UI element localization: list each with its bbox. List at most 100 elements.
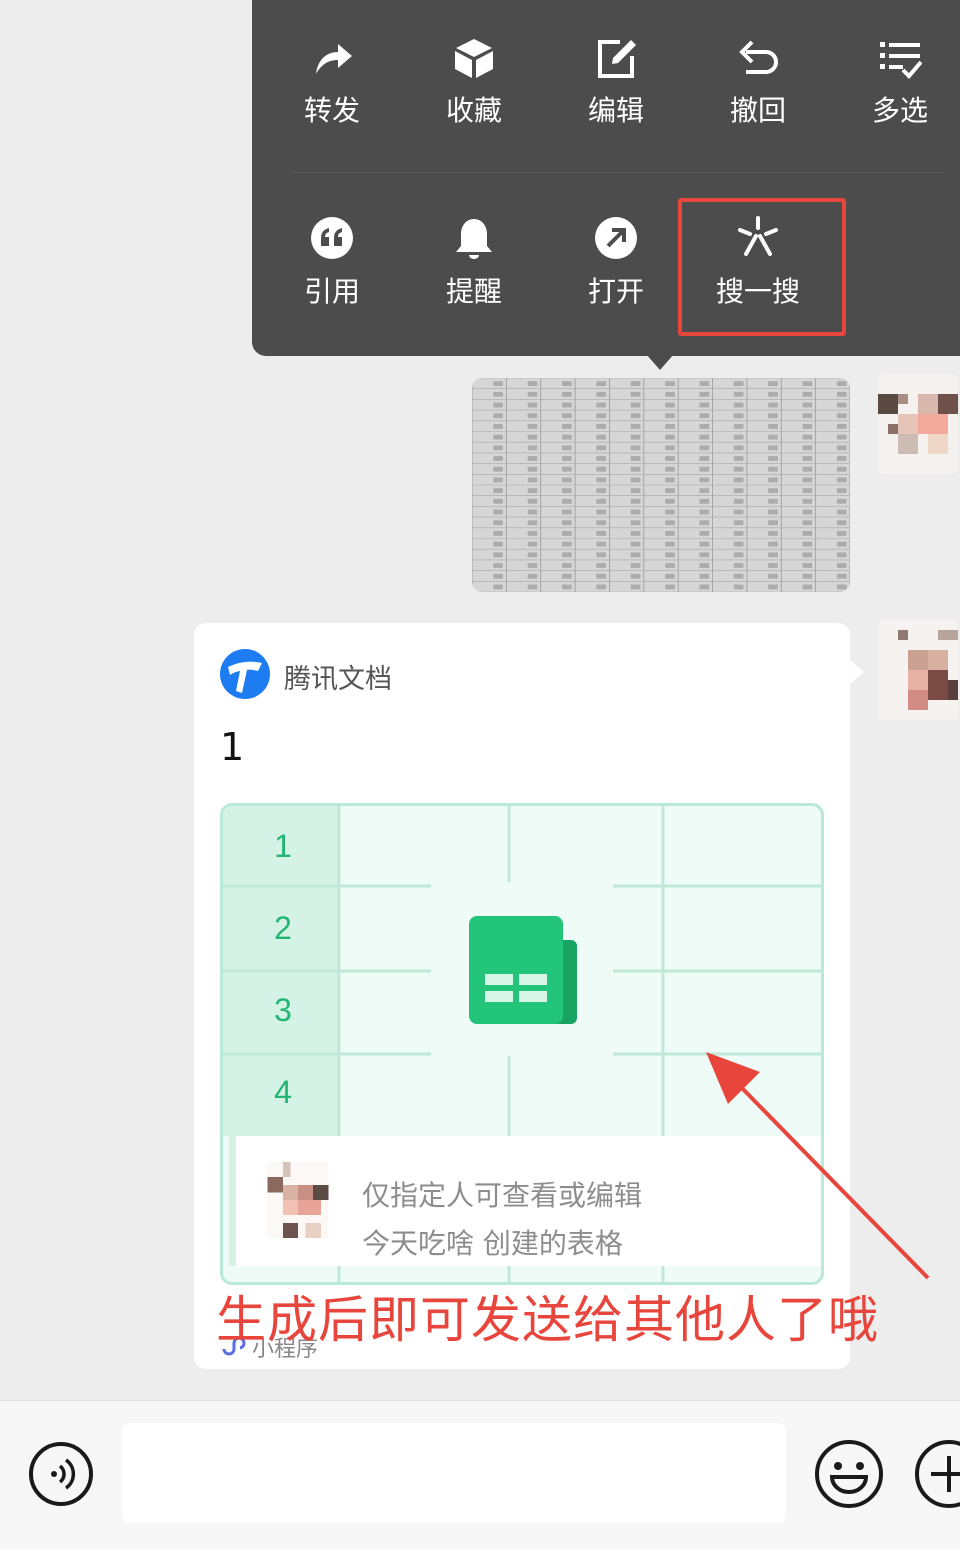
thumb-cell-mark [630,391,641,397]
app-name: 腾讯文档 [284,664,392,695]
menu-item-favorite[interactable]: 收藏 [404,0,544,127]
avatar[interactable] [878,374,958,474]
thumb-cell-mark [836,498,847,504]
thumb-cell-mark [733,381,744,387]
plus-icon[interactable] [914,1439,960,1509]
thumb-cell-mark [562,520,572,526]
thumb-cell-mark [699,477,710,483]
thumb-cell-mark [665,498,675,504]
thumb-cell-mark [665,573,675,579]
recall-icon [739,40,778,74]
thumb-cell-mark [562,434,572,440]
thumb-cell-mark [802,434,813,440]
thumb-cell-mark [733,434,744,440]
thumb-cell-mark [699,509,710,515]
thumb-cell-mark [802,402,813,408]
thumb-cell-mark [562,477,572,483]
thumb-cell-mark [562,402,572,408]
thumb-cell-mark [802,456,813,461]
thumb-cell-mark [768,413,778,419]
thumb-cell-mark [836,402,847,408]
thumb-cell-mark [493,477,503,483]
voice-icon[interactable] [28,1441,94,1507]
edit-icon [598,40,636,78]
row-number: 4 [274,1074,292,1110]
thumb-cell-mark [836,541,847,547]
message-input[interactable] [122,1423,786,1523]
thumb-cell-mark [768,498,778,504]
thumb-cell-mark [596,531,607,536]
permission-text: 仅指定人可查看或编辑 [362,1179,643,1212]
thumb-cell-mark [733,498,744,504]
thumb-cell-mark [527,584,538,590]
thumb-cell-mark [699,573,710,579]
thumb-cell-mark [699,520,710,526]
thumb-cell-mark [836,445,847,451]
thumb-cell-mark [596,456,607,461]
thumb-cell-mark [596,509,607,515]
thumb-cell-mark [733,477,744,483]
thumb-cell-mark [768,466,778,472]
thumb-cell-mark [802,466,813,472]
thumb-cell-mark [733,531,744,536]
thumb-cell-mark [665,381,675,387]
thumb-cell-mark [733,563,744,568]
thumb-cell-mark [562,573,572,579]
emoji-icon[interactable] [814,1439,884,1509]
thumb-cell-mark [802,584,813,590]
thumb-cell-mark [768,541,778,547]
thumb-cell-mark [630,445,641,451]
thumb-cell-mark [562,531,572,536]
thumb-cell-mark [665,477,675,483]
image-message[interactable] [472,378,850,592]
thumb-cell-mark [802,531,813,536]
thumb-cell-mark [802,477,813,483]
thumb-cell-mark [836,466,847,472]
thumb-cell-mark [493,584,503,590]
thumb-cell-mark [699,402,710,408]
thumb-cell-mark [802,488,813,494]
thumb-cell-mark [665,413,675,419]
menu-item-open[interactable]: 打开 [546,182,686,308]
thumb-cell-mark [733,520,744,526]
thumb-cell-mark [836,584,847,590]
thumb-cell-mark [596,477,607,483]
thumb-cell-mark [562,456,572,461]
thumb-cell-mark [768,509,778,515]
menu-item-multiselect[interactable]: 多选 [830,0,960,127]
sheet-preview: 1 2 3 4 仅指定人可查看或编辑 今天吃啥 创建的表格 [220,803,824,1285]
thumb-cell-mark [699,584,710,590]
menu-item-forward[interactable]: 转发 [262,0,402,127]
row-number: 1 [274,828,292,864]
thumb-cell-mark [527,573,538,579]
thumb-cell-mark [733,466,744,472]
thumb-cell-mark [493,498,503,504]
thumb-cell-mark [733,445,744,451]
thumb-cell-mark [802,381,813,387]
thumb-cell-mark [733,424,744,429]
menu-item-remind[interactable]: 提醒 [404,182,544,308]
thumb-cell-mark [802,509,813,515]
menu-item-recall[interactable]: 撤回 [688,0,828,127]
thumb-cell-mark [768,381,778,387]
thumb-cell-mark [733,509,744,515]
thumb-cell-mark [562,413,572,419]
thumb-cell-mark [665,402,675,408]
avatar[interactable] [878,620,958,720]
menu-item-quote[interactable]: 引用 [262,182,402,308]
thumb-cell-mark [596,466,607,472]
thumb-cell-mark [493,424,503,429]
avatar-pixel-image [878,620,958,720]
thumb-cell-mark [596,552,607,558]
thumb-cell-mark [768,531,778,536]
thumb-cell-mark [665,424,675,429]
thumb-cell-mark [665,391,675,397]
thumb-cell-mark [527,381,538,387]
thumb-cell-mark [699,413,710,419]
thumb-cell-mark [768,477,778,483]
thumb-cell-mark [630,509,641,515]
thumb-cell-mark [699,381,710,387]
mini-program-card[interactable]: 腾讯文档 1 1 2 3 4 仅指定人可查看或编辑 今天吃啥 创建的表格 小程序 [194,623,850,1369]
menu-item-edit[interactable]: 编辑 [546,0,686,127]
thumb-cell-mark [802,552,813,558]
